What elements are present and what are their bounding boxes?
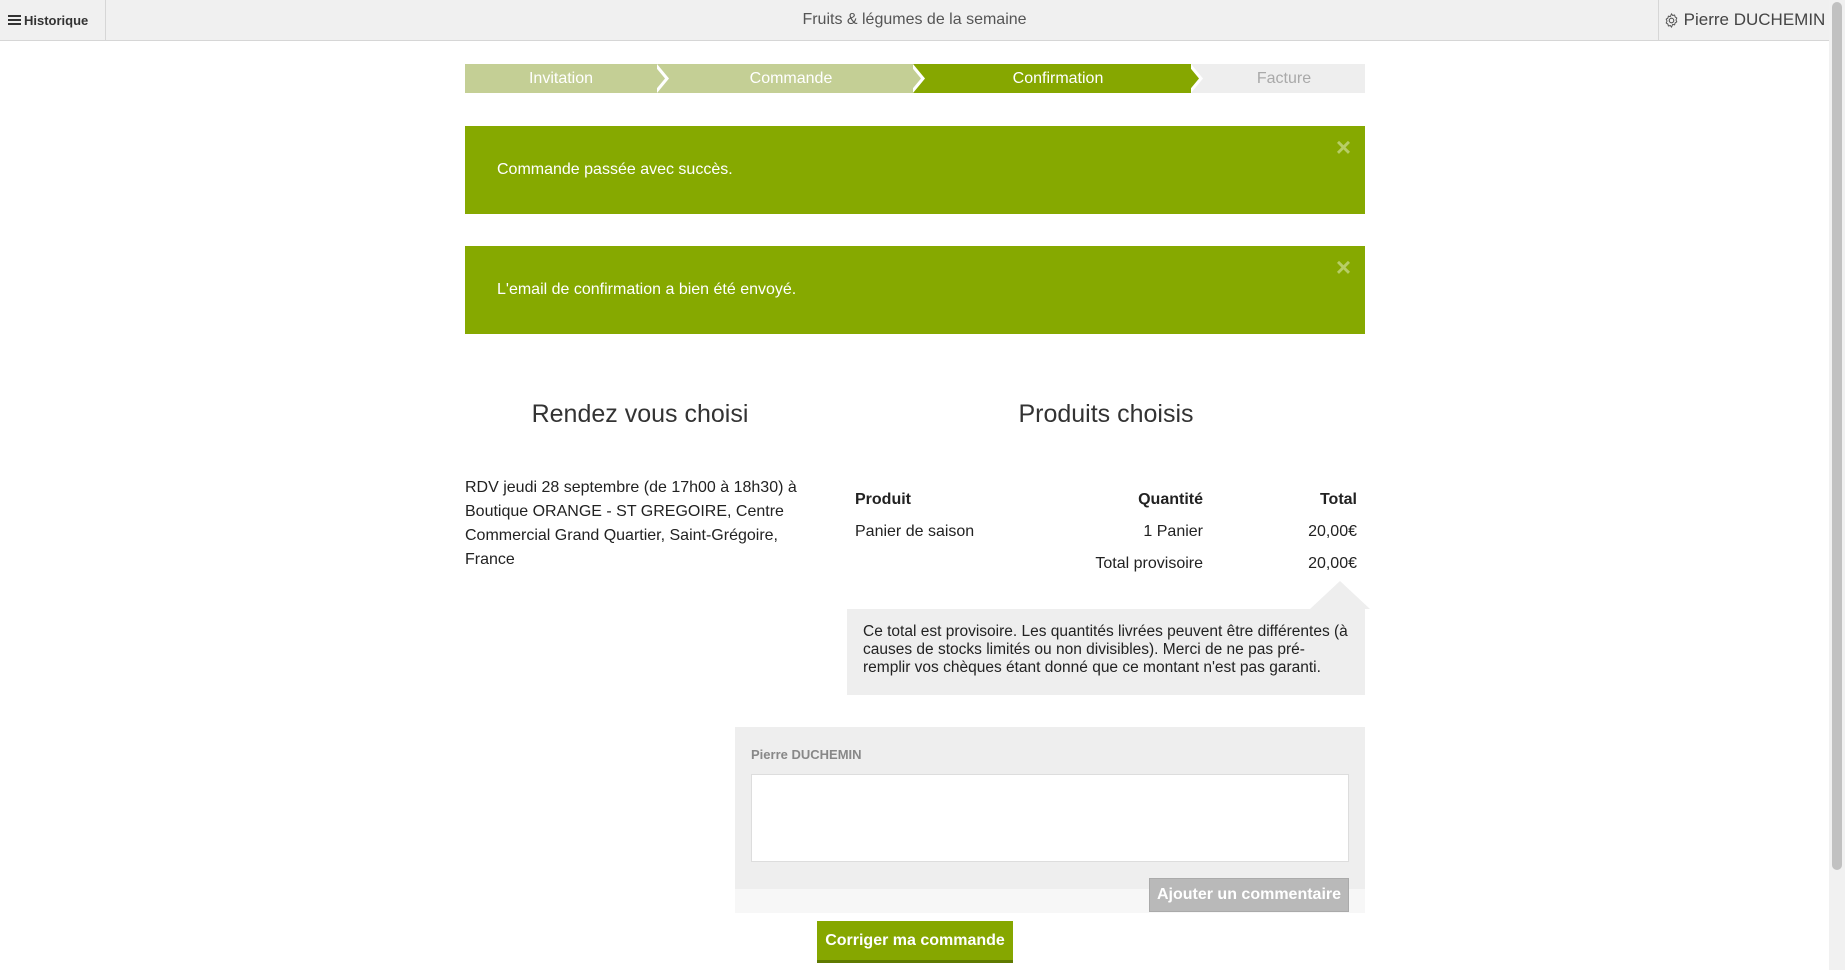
alert-message: Commande passée avec succès.	[497, 161, 733, 178]
provisional-total-note: Ce total est provisoire. Les quantités l…	[847, 609, 1365, 695]
product-name: Panier de saison	[855, 523, 975, 540]
close-icon[interactable]: ×	[1336, 132, 1351, 163]
table-row: Panier de saison 1 Panier 20,00€	[855, 516, 1365, 548]
add-comment-button[interactable]: Ajouter un commentaire	[1149, 878, 1349, 912]
history-button[interactable]: Historique	[0, 0, 106, 40]
col-header-product: Produit	[855, 491, 911, 508]
top-bar: Historique Fruits & légumes de la semain…	[0, 0, 1829, 41]
gear-icon	[1665, 12, 1677, 28]
scrollbar[interactable]	[1829, 0, 1845, 970]
rdv-heading: Rendez vous choisi	[531, 400, 749, 428]
products-table: Produit Quantité Total Panier de saison …	[855, 484, 1365, 580]
page-title: Fruits & légumes de la semaine	[802, 11, 1027, 28]
history-label: Historique	[24, 12, 89, 28]
alert-order-success: Commande passée avec succès. ×	[465, 126, 1365, 214]
table-header: Produit Quantité Total	[855, 484, 1365, 516]
user-menu-button[interactable]: Pierre DUCHEMIN	[1658, 0, 1829, 40]
product-quantity: 1 Panier	[1143, 523, 1203, 540]
step-commande: Commande	[669, 64, 913, 93]
products-heading: Produits choisis	[1018, 400, 1194, 428]
step-invitation: Invitation	[465, 64, 657, 93]
note-pointer	[1310, 581, 1370, 609]
fix-order-button[interactable]: Corriger ma commande	[817, 921, 1013, 963]
subtotal-row: Total provisoire 20,00€	[855, 548, 1365, 580]
product-total: 20,00€	[1308, 523, 1357, 540]
hamburger-icon	[8, 13, 21, 27]
step-facture: Facture	[1256, 70, 1312, 87]
subtotal-value: 20,00€	[1308, 555, 1357, 572]
col-header-total: Total	[1319, 491, 1357, 508]
step-confirmation: Confirmation	[925, 64, 1191, 93]
rdv-details: RDV jeudi 28 septembre (de 17h00 à 18h30…	[465, 479, 797, 568]
col-header-quantity: Quantité	[1138, 491, 1203, 508]
close-icon[interactable]: ×	[1336, 252, 1351, 283]
alert-email-sent: L'email de confirmation a bien été envoy…	[465, 246, 1365, 334]
user-name: Pierre DUCHEMIN	[1683, 10, 1826, 29]
comment-input[interactable]	[751, 774, 1349, 862]
comment-panel: Pierre DUCHEMIN Ajouter un commentaire	[735, 727, 1365, 913]
subtotal-label: Total provisoire	[1095, 555, 1203, 572]
scrollbar-thumb[interactable]	[1832, 2, 1842, 870]
order-steps: Invitation Commande Confirmation Facture	[465, 64, 1365, 93]
alert-message: L'email de confirmation a bien été envoy…	[497, 281, 797, 298]
comment-author: Pierre DUCHEMIN	[751, 747, 862, 762]
